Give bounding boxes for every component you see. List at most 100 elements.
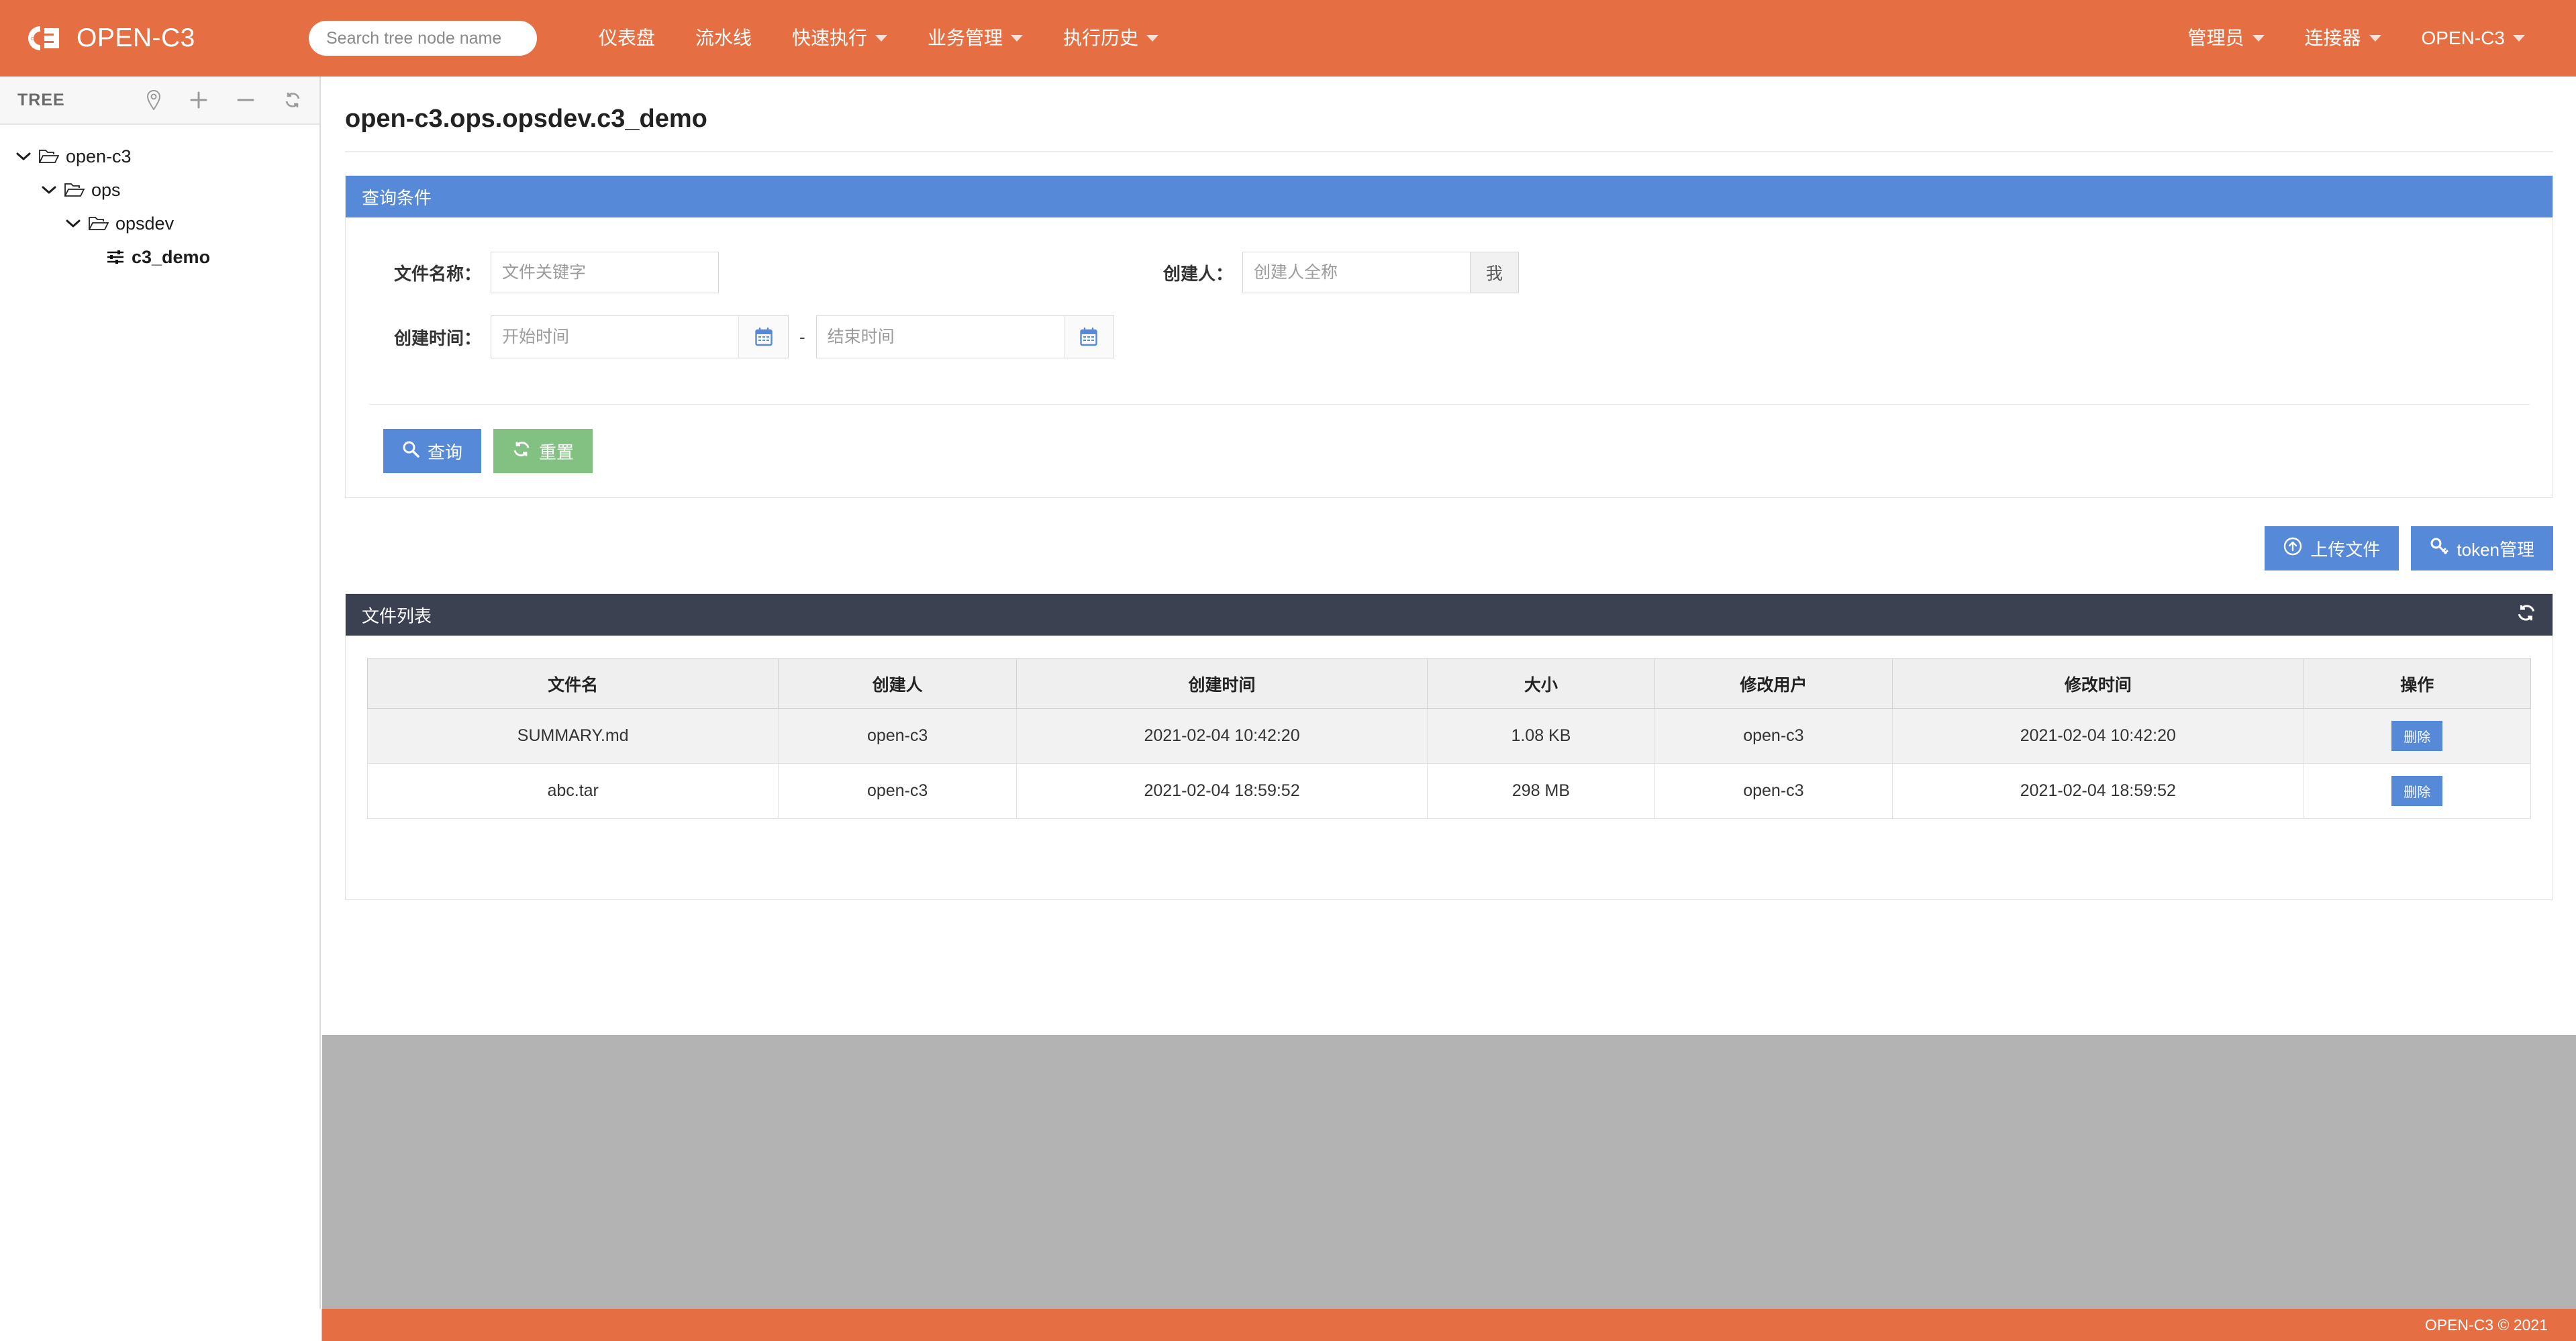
cell-size: 1.08 KB [1428, 709, 1654, 764]
file-list-header: 文件列表 [346, 594, 2553, 636]
tree-node-label: ops [91, 180, 121, 201]
chevron-down-icon [2252, 35, 2265, 42]
refresh-icon[interactable] [283, 91, 302, 109]
table-header-row: 文件名 创建人 创建时间 大小 修改用户 修改时间 操作 [368, 659, 2531, 709]
nav-item-admin[interactable]: 管理员 [2168, 0, 2285, 77]
chevron-down-icon[interactable] [64, 219, 82, 228]
nav-item-label: OPEN-C3 [2422, 0, 2505, 77]
nav-item-dashboard[interactable]: 仪表盘 [579, 0, 675, 77]
search-button[interactable]: 查询 [383, 429, 481, 473]
nav-item-connector[interactable]: 连接器 [2285, 0, 2401, 77]
query-panel-header: 查询条件 [346, 176, 2553, 217]
folder-icon [39, 148, 59, 164]
page-title: open-c3.ops.opsdev.c3_demo [322, 77, 2576, 134]
refresh-icon [512, 440, 531, 462]
creator-input[interactable] [1242, 252, 1471, 293]
footer: OPEN-C3 © 2021 [322, 1309, 2576, 1341]
folder-icon [64, 182, 85, 198]
upload-file-label: 上传文件 [2310, 536, 2380, 561]
footer-copyright: OPEN-C3 © 2021 [2425, 1316, 2548, 1334]
token-manage-label: token管理 [2457, 536, 2534, 561]
svg-text:OPEN: OPEN [31, 37, 44, 42]
file-table: 文件名 创建人 创建时间 大小 修改用户 修改时间 操作 SUMMARY.md … [367, 658, 2531, 819]
nav-item-pipeline[interactable]: 流水线 [675, 0, 772, 77]
tree-node-c3-demo[interactable]: c3_demo [0, 240, 319, 274]
sliders-icon [106, 249, 125, 265]
tree-body: open-c3 ops opsdev [0, 125, 319, 274]
create-time-field: 创建时间： - [360, 315, 1114, 358]
col-create-time: 创建时间 [1016, 659, 1427, 709]
minus-icon[interactable] [236, 91, 255, 109]
date-range-separator: - [799, 327, 805, 348]
cell-modifier: open-c3 [1654, 709, 1893, 764]
cell-file-name: SUMMARY.md [368, 709, 779, 764]
query-panel: 查询条件 文件名称： 创建人： 我 创建时间： [345, 175, 2553, 498]
file-table-body: SUMMARY.md open-c3 2021-02-04 10:42:20 1… [368, 709, 2531, 819]
start-time-picker[interactable] [491, 315, 789, 358]
query-row-1: 文件名称： 创建人： 我 [360, 240, 2538, 305]
start-time-input[interactable] [491, 316, 738, 358]
calendar-icon[interactable] [738, 316, 788, 358]
file-name-field: 文件名称： [360, 252, 790, 293]
file-list-title: 文件列表 [362, 603, 432, 628]
cell-creator: open-c3 [779, 709, 1017, 764]
brand-text: OPEN-C3 [77, 23, 195, 53]
upload-file-button[interactable]: 上传文件 [2265, 526, 2399, 570]
top-navbar: OPEN OPEN-C3 仪表盘 流水线 快速执行 业务管理 执行历史 管理员 [0, 0, 2576, 77]
query-panel-title: 查询条件 [362, 185, 432, 209]
nav-item-exec-history[interactable]: 执行历史 [1043, 0, 1179, 77]
nav-item-quick-exec[interactable]: 快速执行 [772, 0, 907, 77]
file-name-input[interactable] [491, 252, 719, 293]
cell-action: 删除 [2303, 709, 2530, 764]
nav-item-label: 仪表盘 [599, 0, 655, 77]
refresh-icon[interactable] [2516, 603, 2536, 627]
sidebar: TREE [0, 77, 321, 1341]
create-time-label: 创建时间： [360, 325, 481, 350]
cell-create-time: 2021-02-04 10:42:20 [1016, 709, 1427, 764]
table-row[interactable]: abc.tar open-c3 2021-02-04 18:59:52 298 … [368, 764, 2531, 819]
cell-file-name: abc.tar [368, 764, 779, 819]
key-icon [2430, 537, 2448, 560]
tree-node-label: opsdev [115, 213, 174, 234]
col-modify-time: 修改时间 [1893, 659, 2303, 709]
chevron-down-icon [1146, 35, 1158, 42]
chevron-down-icon [2513, 35, 2525, 42]
creator-label: 创建人： [1126, 260, 1233, 285]
chevron-down-icon[interactable] [15, 152, 32, 161]
cell-creator: open-c3 [779, 764, 1017, 819]
file-table-wrapper: 文件名 创建人 创建时间 大小 修改用户 修改时间 操作 SUMMARY.md … [346, 636, 2553, 899]
tree-node-opsdev[interactable]: opsdev [0, 207, 319, 240]
plus-icon[interactable] [189, 91, 208, 109]
tree-title: TREE [17, 91, 65, 110]
cell-action: 删除 [2303, 764, 2530, 819]
token-manage-button[interactable]: token管理 [2411, 526, 2553, 570]
c3-logo-icon: OPEN [23, 23, 64, 53]
tree-node-ops[interactable]: ops [0, 173, 319, 207]
file-actions-toolbar: 上传文件 token管理 [345, 526, 2553, 570]
brand[interactable]: OPEN OPEN-C3 [23, 23, 305, 53]
location-pin-icon[interactable] [146, 90, 161, 110]
search-input[interactable] [309, 21, 537, 56]
chevron-down-icon[interactable] [40, 185, 58, 195]
table-row[interactable]: SUMMARY.md open-c3 2021-02-04 10:42:20 1… [368, 709, 2531, 764]
search-button-label: 查询 [428, 439, 462, 464]
reset-button-label: 重置 [539, 439, 574, 464]
reset-button[interactable]: 重置 [493, 429, 593, 473]
nav-item-label: 执行历史 [1063, 0, 1138, 77]
tree-toolbar [146, 90, 302, 110]
creator-me-button[interactable]: 我 [1471, 252, 1519, 293]
delete-button[interactable]: 删除 [2391, 721, 2442, 751]
chevron-down-icon [1011, 35, 1023, 42]
nav-item-user-menu[interactable]: OPEN-C3 [2401, 0, 2545, 77]
tree-node-open-c3[interactable]: open-c3 [0, 140, 319, 173]
query-panel-body: 文件名称： 创建人： 我 创建时间： [346, 217, 2553, 497]
title-divider [345, 151, 2553, 152]
nav-item-label: 流水线 [695, 0, 752, 77]
col-action: 操作 [2303, 659, 2530, 709]
nav-item-business-mgmt[interactable]: 业务管理 [907, 0, 1043, 77]
delete-button[interactable]: 删除 [2391, 776, 2442, 806]
end-time-picker[interactable] [816, 315, 1114, 358]
end-time-input[interactable] [817, 316, 1064, 358]
calendar-icon[interactable] [1064, 316, 1113, 358]
nav-item-label: 快速执行 [792, 0, 867, 77]
